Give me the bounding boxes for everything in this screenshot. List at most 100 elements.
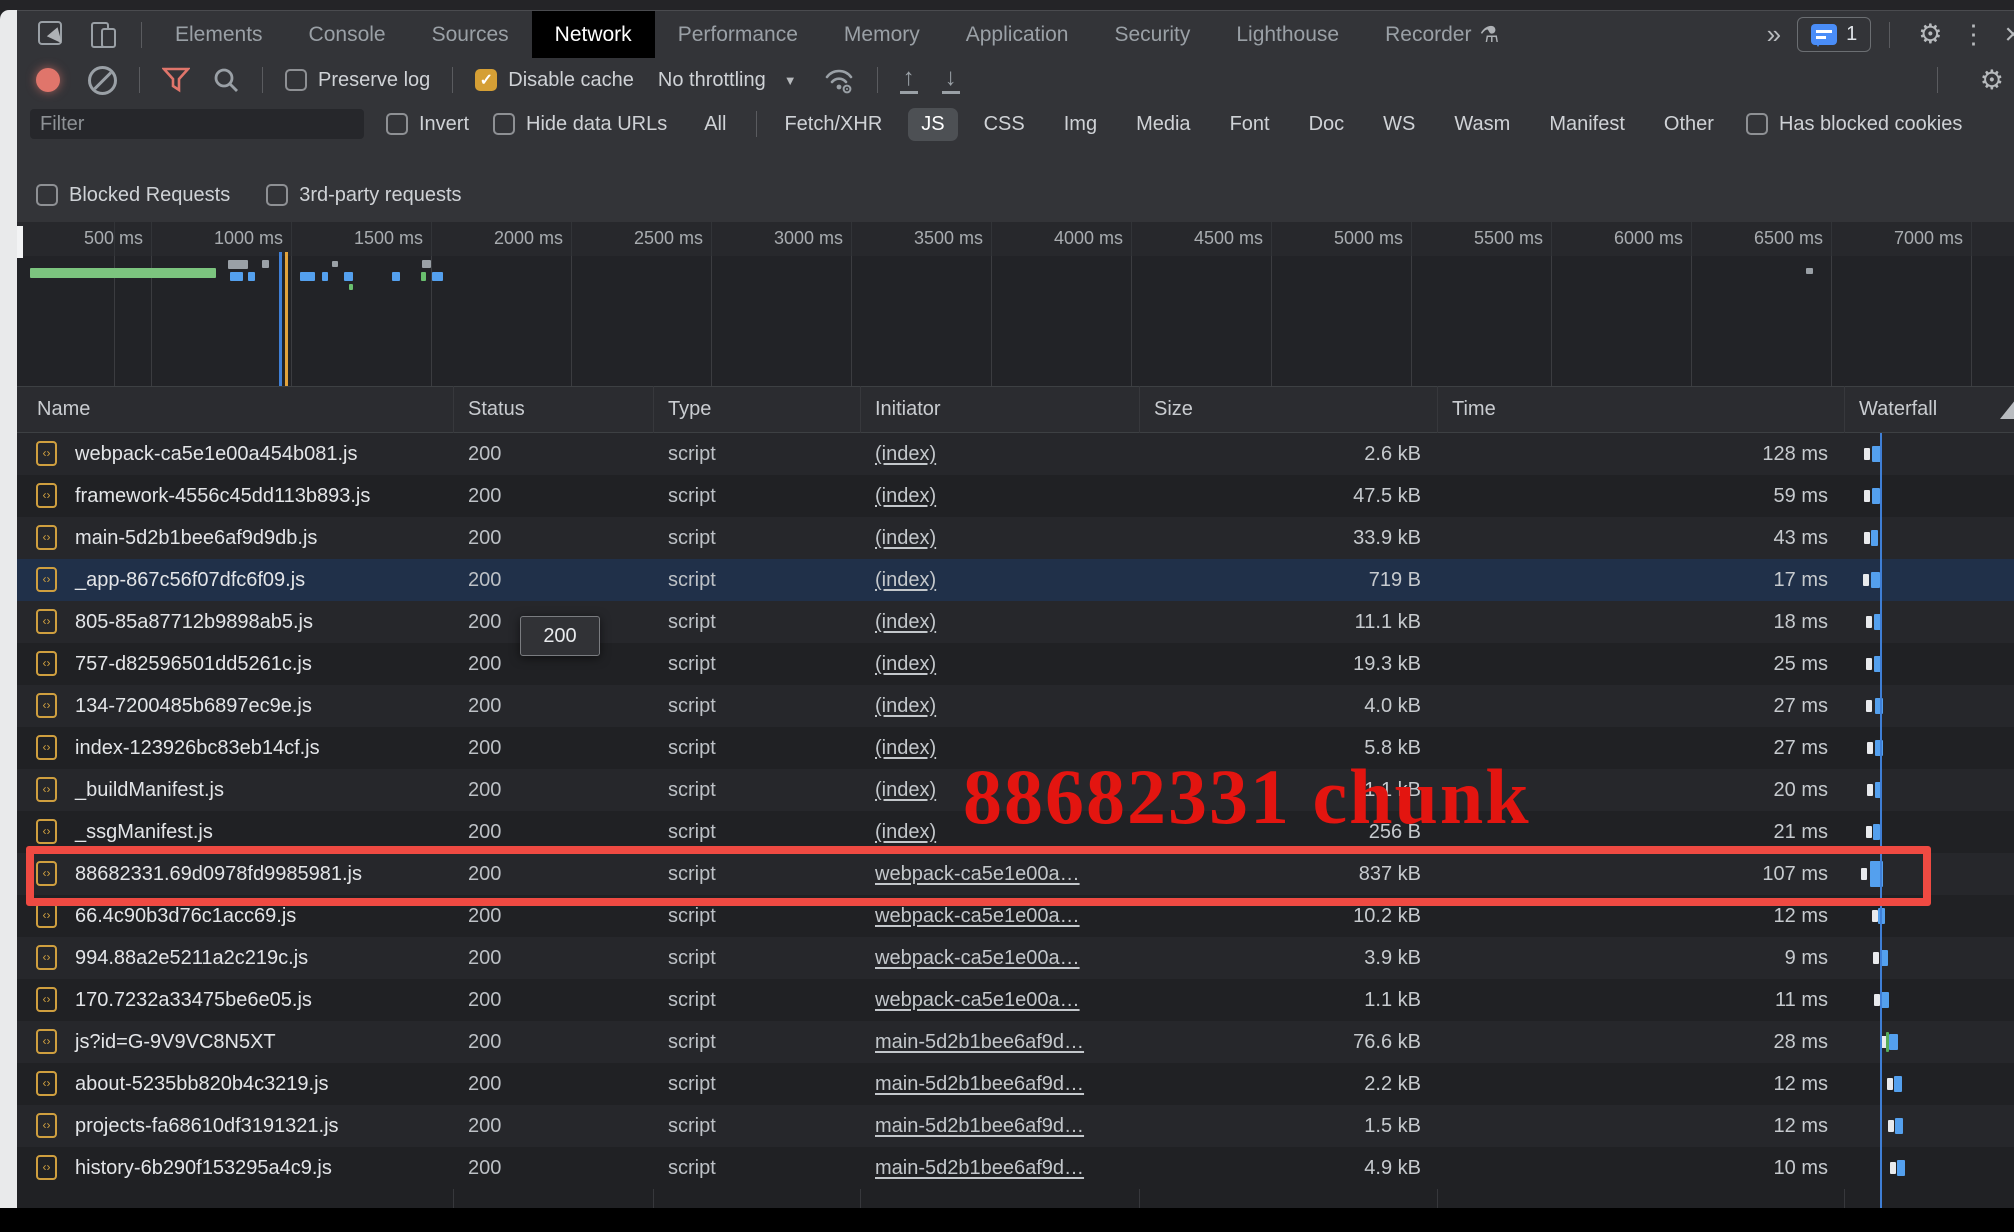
initiator-link[interactable]: (index) (875, 695, 936, 717)
filter-type-all[interactable]: All (691, 108, 739, 141)
initiator-link[interactable]: webpack-ca5e1e00a… (875, 947, 1080, 969)
initiator-link[interactable]: (index) (875, 737, 936, 759)
tab-performance[interactable]: Performance (655, 11, 821, 58)
initiator-link[interactable]: (index) (875, 611, 936, 633)
import-har-icon[interactable]: ↑ (900, 66, 918, 94)
waterfall-waiting-bar (1864, 490, 1870, 502)
inspect-element-icon[interactable] (37, 20, 67, 50)
column-header-initiator[interactable]: Initiator (860, 387, 1139, 432)
initiator-link[interactable]: (index) (875, 821, 936, 843)
column-header-time[interactable]: Time (1437, 387, 1844, 432)
tab-lighthouse[interactable]: Lighthouse (1213, 11, 1362, 58)
request-name: projects-fa68610df3191321.js (75, 1115, 339, 1137)
issues-badge[interactable]: 1 (1797, 17, 1871, 52)
third-party-checkbox[interactable] (266, 184, 288, 206)
table-row[interactable]: ‹›about-5235bb820b4c3219.js200scriptmain… (17, 1063, 2014, 1105)
cell-initiator: (index) (860, 653, 1139, 676)
initiator-link[interactable]: (index) (875, 779, 936, 801)
table-row[interactable]: ‹›757-d82596501dd5261c.js200script(index… (17, 643, 2014, 685)
filter-type-css[interactable]: CSS (971, 108, 1038, 141)
initiator-link[interactable]: main-5d2b1bee6af9d… (875, 1115, 1084, 1137)
export-har-icon[interactable]: ↓ (942, 66, 960, 94)
tab-network[interactable]: Network (532, 11, 655, 58)
cell-initiator: (index) (860, 443, 1139, 466)
filter-type-img[interactable]: Img (1051, 108, 1110, 141)
tab-memory[interactable]: Memory (821, 11, 943, 58)
preserve-log-checkbox[interactable] (285, 69, 307, 91)
waterfall-download-bar (1871, 572, 1880, 588)
table-row[interactable]: ‹›_app-867c56f07dfc6f09.js200script(inde… (17, 559, 2014, 601)
tab-recorder[interactable]: Recorder⚗ (1362, 11, 1522, 58)
filter-input[interactable] (30, 109, 364, 139)
waterfall-download-bar (1897, 1160, 1905, 1176)
tab-security[interactable]: Security (1091, 11, 1213, 58)
hide-data-urls-checkbox[interactable] (493, 113, 515, 135)
record-button[interactable] (36, 68, 60, 92)
column-header-type[interactable]: Type (653, 387, 860, 432)
table-row[interactable]: ‹›170.7232a33475be6e05.js200scriptwebpac… (17, 979, 2014, 1021)
table-row[interactable]: ‹›805-85a87712b9898ab5.js200script(index… (17, 601, 2014, 643)
table-row[interactable]: ‹›framework-4556c45dd113b893.js200script… (17, 475, 2014, 517)
filter-type-manifest[interactable]: Manifest (1536, 108, 1638, 141)
initiator-link[interactable]: webpack-ca5e1e00a… (875, 989, 1080, 1011)
network-settings-gear-icon[interactable]: ⚙ (1980, 65, 2004, 96)
timeline-overview[interactable]: 500 ms1000 ms1500 ms2000 ms2500 ms3000 m… (17, 222, 2014, 387)
disable-cache-checkbox[interactable]: ✓ (475, 69, 497, 91)
blocked-requests-checkbox[interactable] (36, 184, 58, 206)
initiator-link[interactable]: (index) (875, 527, 936, 549)
has-blocked-cookies-label: Has blocked cookies (1779, 113, 1962, 136)
has-blocked-cookies-checkbox[interactable] (1746, 113, 1768, 135)
tab-elements[interactable]: Elements (152, 11, 286, 58)
column-header-status[interactable]: Status (453, 387, 653, 432)
initiator-link[interactable]: main-5d2b1bee6af9d… (875, 1073, 1084, 1095)
initiator-link[interactable]: main-5d2b1bee6af9d… (875, 1031, 1084, 1053)
filter-type-doc[interactable]: Doc (1296, 108, 1358, 141)
invert-checkbox[interactable] (386, 113, 408, 135)
tab-application[interactable]: Application (943, 11, 1092, 58)
throttling-dropdown[interactable]: No throttling (658, 69, 766, 92)
filter-type-fetch-xhr[interactable]: Fetch/XHR (771, 108, 895, 141)
waterfall-download-bar (1895, 1118, 1903, 1134)
device-toolbar-icon[interactable] (89, 20, 119, 50)
cell-name: ‹›js?id=G-9V9VC8N5XT (17, 1021, 453, 1063)
tab-console[interactable]: Console (286, 11, 409, 58)
cell-type: script (653, 1157, 860, 1180)
close-devtools-icon[interactable]: × (2004, 18, 2014, 52)
experiment-flask-icon: ⚗ (1479, 22, 1499, 48)
cell-name: ‹›_app-867c56f07dfc6f09.js (17, 559, 453, 601)
cell-type: script (653, 1031, 860, 1054)
column-header-name[interactable]: Name (17, 387, 453, 432)
initiator-link[interactable]: (index) (875, 485, 936, 507)
initiator-link[interactable]: (index) (875, 443, 936, 465)
clear-log-icon[interactable] (88, 66, 117, 95)
table-row[interactable]: ‹›main-5d2b1bee6af9d9db.js200script(inde… (17, 517, 2014, 559)
filter-type-media[interactable]: Media (1123, 108, 1203, 141)
column-header-size[interactable]: Size (1139, 387, 1437, 432)
column-header-waterfall[interactable]: Waterfall (1844, 389, 2014, 431)
filter-type-js[interactable]: JS (908, 108, 957, 141)
filter-type-wasm[interactable]: Wasm (1441, 108, 1523, 141)
table-row[interactable]: ‹›994.88a2e5211a2c219c.js200scriptwebpac… (17, 937, 2014, 979)
more-tabs-chevron[interactable]: » (1767, 19, 1779, 50)
table-row[interactable]: ‹›webpack-ca5e1e00a454b081.js200script(i… (17, 433, 2014, 475)
table-row[interactable]: ‹›projects-fa68610df3191321.js200scriptm… (17, 1105, 2014, 1147)
requests-table-header: NameStatusTypeInitiatorSizeTimeWaterfall (17, 386, 2014, 433)
network-conditions-icon[interactable] (823, 65, 855, 95)
table-row[interactable]: ‹›history-6b290f153295a4c9.js200scriptma… (17, 1147, 2014, 1189)
cell-waterfall (1844, 1105, 2014, 1147)
initiator-link[interactable]: webpack-ca5e1e00a… (875, 905, 1080, 927)
filter-type-other[interactable]: Other (1651, 108, 1727, 141)
search-icon[interactable] (212, 66, 240, 94)
initiator-link[interactable]: main-5d2b1bee6af9d… (875, 1157, 1084, 1179)
tab-sources[interactable]: Sources (409, 11, 532, 58)
table-row[interactable]: ‹›js?id=G-9V9VC8N5XT200scriptmain-5d2b1b… (17, 1021, 2014, 1063)
filter-type-font[interactable]: Font (1217, 108, 1283, 141)
kebab-menu-icon[interactable]: ⋮ (1960, 19, 1986, 50)
waterfall-waiting-bar (1867, 784, 1873, 796)
initiator-link[interactable]: (index) (875, 653, 936, 675)
settings-gear-icon[interactable]: ⚙ (1918, 19, 1942, 50)
filter-funnel-icon[interactable] (162, 67, 190, 93)
filter-type-ws[interactable]: WS (1370, 108, 1428, 141)
table-row[interactable]: ‹›134-7200485b6897ec9e.js200script(index… (17, 685, 2014, 727)
initiator-link[interactable]: (index) (875, 569, 936, 591)
